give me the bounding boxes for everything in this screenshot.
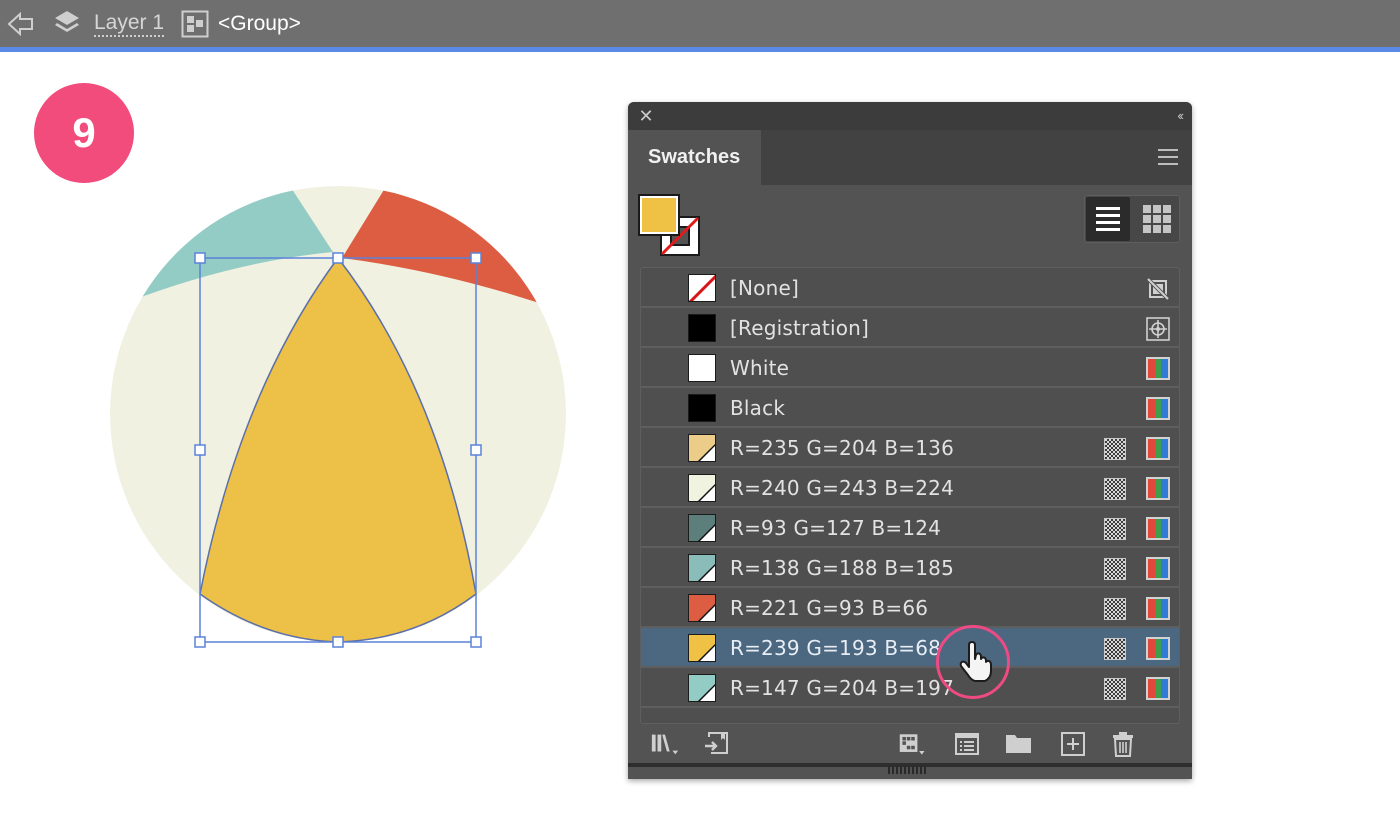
swatch-color-chip bbox=[688, 634, 716, 662]
swatch-row[interactable]: R=239 G=193 B=68 bbox=[641, 628, 1179, 668]
swatch-options-button[interactable] bbox=[952, 730, 982, 758]
view-mode-toggle bbox=[1084, 195, 1180, 243]
registration-icon bbox=[1146, 317, 1170, 341]
swatch-name: R=147 G=204 B=197 bbox=[730, 676, 955, 700]
swatch-row[interactable]: R=138 G=188 B=185 bbox=[641, 548, 1179, 588]
handle-bottom-center[interactable] bbox=[332, 636, 344, 648]
plus-square-icon bbox=[1061, 732, 1085, 756]
swatch-row[interactable]: R=240 G=243 B=224 bbox=[641, 468, 1179, 508]
rgb-mode-icon bbox=[1146, 357, 1170, 380]
rgb-mode-icon bbox=[1146, 477, 1170, 500]
rgb-mode-icon bbox=[1146, 597, 1170, 620]
group-icon bbox=[180, 0, 210, 47]
swatch-row[interactable]: R=147 G=204 B=197 bbox=[641, 668, 1179, 708]
swatch-list[interactable]: [None] [Registration] White Black R=235 G=20… bbox=[640, 267, 1180, 724]
new-color-group-button[interactable] bbox=[1004, 730, 1034, 758]
swatch-color-chip bbox=[688, 314, 716, 342]
swatch-name: R=240 G=243 B=224 bbox=[730, 476, 955, 500]
fill-color-swatch[interactable] bbox=[638, 194, 680, 236]
global-checker-icon bbox=[1104, 678, 1126, 700]
handle-top-left[interactable] bbox=[194, 252, 206, 264]
fill-stroke-indicator[interactable] bbox=[638, 194, 702, 258]
close-icon[interactable]: ✕ bbox=[636, 105, 656, 127]
library-icon bbox=[651, 734, 679, 755]
swatch-color-chip bbox=[688, 354, 716, 382]
swatch-row[interactable]: R=221 G=93 B=66 bbox=[641, 588, 1179, 628]
swatch-row[interactable]: R=235 G=204 B=136 bbox=[641, 428, 1179, 468]
swatch-color-chip bbox=[688, 394, 716, 422]
swatch-color-chip bbox=[688, 594, 716, 622]
rgb-mode-icon bbox=[1146, 517, 1170, 540]
panel-tab-strip: Swatches bbox=[628, 130, 1192, 185]
folder-icon bbox=[1006, 735, 1031, 753]
rgb-mode-icon bbox=[1146, 557, 1170, 580]
global-checker-icon bbox=[1104, 558, 1126, 580]
global-checker-icon bbox=[1104, 518, 1126, 540]
swatch-color-chip bbox=[688, 474, 716, 502]
import-icon bbox=[705, 732, 728, 754]
global-checker-icon bbox=[1104, 438, 1126, 460]
tab-swatches[interactable]: Swatches bbox=[628, 130, 761, 185]
swatch-color-chip bbox=[688, 514, 716, 542]
panel-titlebar[interactable] bbox=[628, 102, 1192, 130]
rgb-mode-icon bbox=[1146, 637, 1170, 660]
swatch-name: R=239 G=193 B=68 bbox=[730, 636, 942, 660]
swatch-name: R=221 G=93 B=66 bbox=[730, 596, 929, 620]
collapse-double-chevron-icon[interactable]: ‹‹ bbox=[1177, 105, 1184, 127]
panel-bottom-toolbar bbox=[628, 724, 1192, 764]
grid-view-button[interactable] bbox=[1135, 197, 1179, 241]
beach-ball-artwork[interactable] bbox=[0, 52, 620, 840]
list-options-icon bbox=[955, 733, 979, 755]
swatch-name: R=235 G=204 B=136 bbox=[730, 436, 955, 460]
swatch-libraries-menu-button[interactable] bbox=[650, 730, 680, 758]
global-checker-icon bbox=[1104, 598, 1126, 620]
list-view-button[interactable] bbox=[1086, 197, 1130, 241]
add-to-library-button[interactable] bbox=[702, 730, 732, 758]
layers-icon bbox=[52, 0, 82, 47]
swatch-row[interactable]: Black bbox=[641, 388, 1179, 428]
swatch-row[interactable]: [None] bbox=[641, 268, 1179, 308]
hamburger-menu-icon[interactable] bbox=[1158, 149, 1178, 165]
panel-resize-grip[interactable] bbox=[888, 766, 928, 774]
no-edit-icon bbox=[1146, 277, 1170, 301]
rgb-mode-icon bbox=[1146, 437, 1170, 460]
global-checker-icon bbox=[1104, 638, 1126, 660]
rgb-mode-icon bbox=[1146, 677, 1170, 700]
show-swatch-kinds-button[interactable] bbox=[898, 730, 928, 758]
delete-swatch-button[interactable] bbox=[1108, 730, 1138, 758]
breadcrumb-layer[interactable]: Layer 1 bbox=[94, 11, 165, 37]
swatch-name: Black bbox=[730, 396, 786, 420]
swatch-kinds-icon bbox=[899, 734, 925, 755]
handle-bottom-right[interactable] bbox=[470, 636, 482, 648]
swatch-name: White bbox=[730, 356, 790, 380]
swatch-name: R=93 G=127 B=124 bbox=[730, 516, 942, 540]
swatch-name: [Registration] bbox=[730, 316, 870, 340]
handle-middle-right[interactable] bbox=[470, 444, 482, 456]
swatch-color-chip bbox=[688, 434, 716, 462]
swatch-row[interactable]: R=93 G=127 B=124 bbox=[641, 508, 1179, 548]
global-checker-icon bbox=[1104, 478, 1126, 500]
swatch-color-chip bbox=[688, 554, 716, 582]
isolation-mode-bar bbox=[0, 0, 1400, 48]
handle-middle-left[interactable] bbox=[194, 444, 206, 456]
swatch-color-chip bbox=[688, 274, 716, 302]
breadcrumb-group[interactable]: <Group> bbox=[218, 0, 301, 47]
swatch-name: R=138 G=188 B=185 bbox=[730, 556, 955, 580]
trash-icon bbox=[1113, 732, 1133, 757]
handle-bottom-left[interactable] bbox=[194, 636, 206, 648]
swatch-color-chip bbox=[688, 674, 716, 702]
rgb-mode-icon bbox=[1146, 397, 1170, 420]
back-arrow-icon[interactable] bbox=[6, 0, 36, 47]
swatch-row[interactable]: White bbox=[641, 348, 1179, 388]
swatch-row[interactable]: [Registration] bbox=[641, 308, 1179, 348]
handle-top-right[interactable] bbox=[470, 252, 482, 264]
swatch-name: [None] bbox=[730, 276, 799, 300]
swatches-panel: ✕ ‹‹ Swatches [None] [Registration] White B… bbox=[628, 102, 1192, 779]
handle-top-center[interactable] bbox=[332, 252, 344, 264]
new-swatch-button[interactable] bbox=[1058, 730, 1088, 758]
